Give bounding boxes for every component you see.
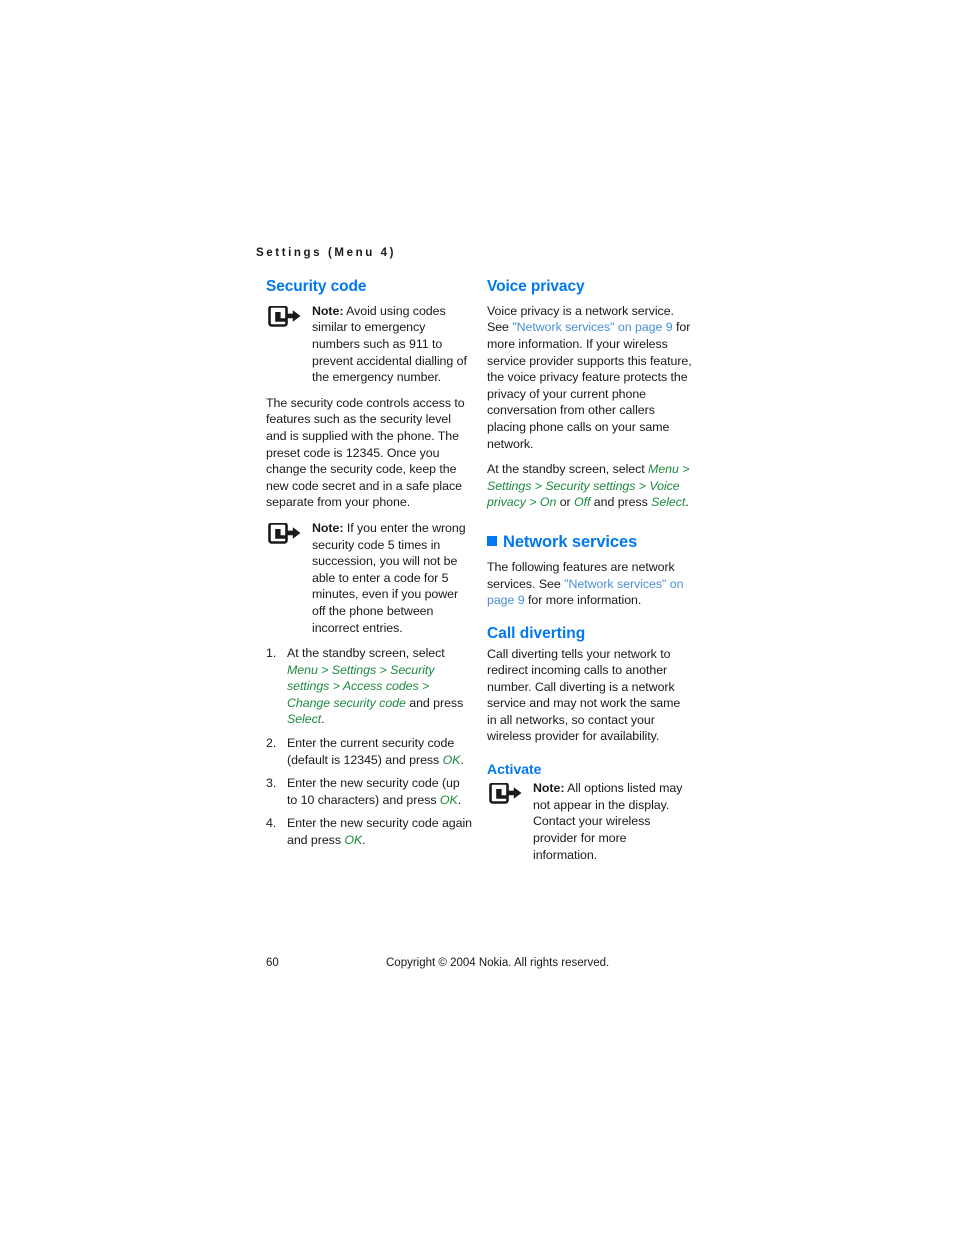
note-avoid-emergency-codes: Note: Avoid using codes similar to emerg… — [266, 303, 472, 386]
heading-call-diverting: Call diverting — [487, 624, 586, 642]
instruction-voice-privacy: At the standby screen, select Menu > Set… — [487, 461, 693, 511]
square-bullet-icon — [487, 535, 497, 546]
step-action: Select — [287, 712, 322, 727]
note-text: Note: Avoid using codes similar to emerg… — [312, 303, 472, 386]
heading-voice-privacy: Voice privacy — [487, 278, 585, 295]
step-prefix: Enter the new security code (up to 10 ch… — [287, 776, 460, 807]
step-suffix: . — [457, 792, 462, 807]
note-label: Note: — [312, 520, 344, 535]
note-label: Note: — [533, 781, 565, 796]
instruction-option-on: On — [539, 495, 557, 510]
step-suffix: . — [362, 833, 366, 848]
heading-label: Network services — [503, 532, 638, 551]
right-column: Voice privacy Voice privacy is a network… — [487, 278, 693, 872]
instruction-suffix: . — [685, 495, 689, 510]
note-options-may-vary: Note: All options listed may not appear … — [487, 780, 693, 863]
instruction-option-off: Off — [574, 495, 591, 510]
step-prefix: At the standby screen, select — [287, 646, 445, 661]
note-text: Note: If you enter the wrong security co… — [312, 520, 472, 636]
note-pointer-icon — [268, 305, 301, 327]
step-prefix: Enter the new security code again and pr… — [287, 816, 473, 848]
list-item: Enter the new security code (up to 10 ch… — [266, 775, 472, 808]
list-item: At the standby screen, select Menu > Set… — [266, 645, 472, 728]
running-header: Settings (Menu 4) — [256, 247, 397, 259]
left-column: Security code Note: Avoid using codes si… — [266, 278, 472, 856]
step-action: OK — [442, 752, 461, 767]
note-pointer-icon — [268, 522, 301, 544]
paragraph-part-2: for more information. — [524, 593, 642, 608]
note-label: Note: — [312, 303, 344, 318]
page-number: 60 — [266, 957, 279, 969]
paragraph-network-services: The following features are network servi… — [487, 559, 693, 609]
step-prefix: Enter the current security code (default… — [287, 736, 455, 767]
paragraph-part-2: for more information. If your wireless s… — [487, 320, 692, 451]
step-suffix: . — [460, 752, 464, 767]
instruction-or: or — [556, 495, 575, 510]
cross-reference-link[interactable]: "Network services" on page 9 — [512, 320, 672, 334]
step-middle: and press — [405, 695, 464, 710]
paragraph-voice-privacy: Voice privacy is a network service. See … — [487, 303, 693, 452]
heading-security-code: Security code — [266, 278, 367, 295]
note-text: Note: All options listed may not appear … — [533, 780, 693, 863]
heading-activate: Activate — [487, 761, 542, 778]
instruction-action: Select — [651, 495, 686, 510]
heading-network-services: Network services — [487, 533, 693, 552]
step-action: OK — [439, 792, 458, 807]
instruction-middle: and press — [590, 495, 652, 510]
note-body: If you enter the wrong security code 5 t… — [312, 520, 466, 635]
step-suffix: . — [321, 712, 325, 727]
manual-page: Settings (Menu 4) Security code Note: Av… — [0, 0, 954, 1235]
note-pointer-icon — [489, 783, 522, 804]
copyright-notice: Copyright © 2004 Nokia. All rights reser… — [386, 957, 610, 969]
note-wrong-code-lockout: Note: If you enter the wrong security co… — [266, 520, 472, 636]
paragraph-security-code-info: The security code controls access to fea… — [266, 395, 465, 510]
steps-change-security-code: At the standby screen, select Menu > Set… — [266, 645, 472, 849]
instruction-prefix: At the standby screen, select — [487, 462, 649, 477]
step-action: OK — [344, 833, 363, 848]
paragraph-call-diverting: Call diverting tells your network to red… — [487, 646, 681, 744]
list-item: Enter the new security code again and pr… — [266, 815, 472, 848]
page-footer: 60 Copyright © 2004 Nokia. All rights re… — [0, 957, 954, 975]
list-item: Enter the current security code (default… — [266, 735, 472, 768]
